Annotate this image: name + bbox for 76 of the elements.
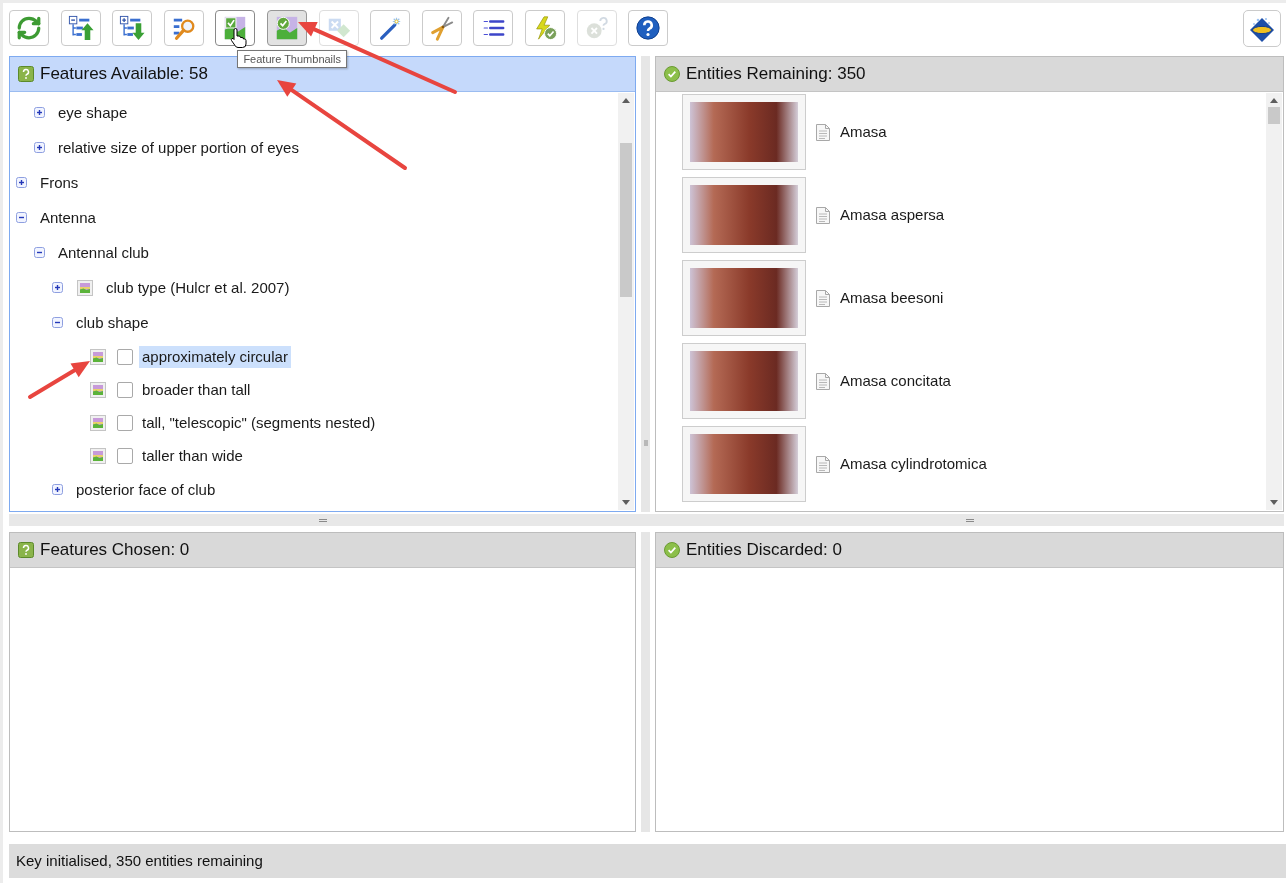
plus-box-icon[interactable] xyxy=(52,484,63,495)
entity-name[interactable]: Amasa cylindrotomica xyxy=(840,452,987,476)
panel-title: Features Chosen: 0 xyxy=(40,539,190,562)
tree-item[interactable]: Antenna xyxy=(37,206,99,229)
scrollbar-thumb[interactable] xyxy=(620,143,632,297)
question-square-icon xyxy=(18,542,34,558)
scrollbar[interactable] xyxy=(1266,93,1282,510)
lightning-button[interactable] xyxy=(524,10,565,46)
panel-header[interactable]: Features Chosen: 0 xyxy=(10,533,635,568)
tree-item[interactable]: approximately circular xyxy=(139,345,291,368)
scissors-button[interactable] xyxy=(421,10,462,46)
panel-header[interactable]: Entities Discarded: 0 xyxy=(656,533,1283,568)
grip-icon[interactable] xyxy=(318,518,327,522)
plus-box-icon[interactable] xyxy=(34,142,45,153)
help-icon xyxy=(635,15,662,41)
panel-title: Features Available: 58 xyxy=(40,63,208,86)
refresh-icon xyxy=(16,15,42,41)
panel-header[interactable]: Entities Remaining: 350 xyxy=(656,57,1283,92)
tree-up-arrow-icon xyxy=(67,15,94,41)
annotation-arrow xyxy=(28,361,90,399)
plus-box-icon[interactable] xyxy=(16,177,27,188)
check-circle-icon xyxy=(664,66,680,82)
entity-name[interactable]: Amasa concitata xyxy=(840,369,951,393)
scissors-icon xyxy=(428,15,455,41)
tree-item[interactable]: Antennal club xyxy=(55,241,152,264)
scroll-up-icon[interactable] xyxy=(622,98,630,103)
scrollbar[interactable] xyxy=(618,93,634,510)
tree-item[interactable]: relative size of upper portion of eyes xyxy=(55,136,302,159)
entity-name[interactable]: Amasa aspersa xyxy=(840,203,945,227)
panel-title: Entities Discarded: 0 xyxy=(686,539,842,562)
search-button[interactable] xyxy=(163,10,204,46)
document-icon xyxy=(816,455,830,473)
scroll-up-icon[interactable] xyxy=(1270,98,1278,103)
minus-box-icon[interactable] xyxy=(16,212,27,223)
refresh-button[interactable] xyxy=(9,10,49,46)
scroll-down-icon[interactable] xyxy=(1270,500,1278,505)
plus-box-icon[interactable] xyxy=(34,107,45,118)
tree-item[interactable]: tall, "telescopic" (segments nested) xyxy=(139,411,379,434)
entity-thumbnails-button[interactable] xyxy=(266,10,307,46)
hand-cursor-icon xyxy=(229,28,248,48)
help-button[interactable] xyxy=(628,10,669,46)
panel-title: Entities Remaining: 350 xyxy=(686,63,866,86)
tree-item[interactable]: broader than tall xyxy=(139,378,254,401)
status-bar: Key initialised, 350 entities remaining xyxy=(9,844,1286,878)
scrollbar-thumb[interactable] xyxy=(1268,107,1280,124)
check-circle-icon xyxy=(664,542,680,558)
tree-item[interactable]: club shape xyxy=(73,311,152,334)
entity-name[interactable]: Amasa beesoni xyxy=(840,286,944,310)
scroll-down-icon[interactable] xyxy=(622,500,630,505)
checkbox[interactable] xyxy=(117,348,133,365)
tree-down-arrow-icon xyxy=(119,15,146,41)
document-icon xyxy=(816,289,830,307)
entity-name[interactable]: Amasa xyxy=(840,120,887,144)
checkbox[interactable] xyxy=(117,414,133,431)
list-button[interactable] xyxy=(473,10,514,46)
tree-item[interactable]: eye shape xyxy=(55,101,131,124)
tree-item[interactable]: posterior face of club xyxy=(73,478,219,501)
tree-item[interactable]: taller than wide xyxy=(139,444,246,467)
plus-box-icon[interactable] xyxy=(52,282,63,293)
checkbox[interactable] xyxy=(117,447,133,464)
magic-wand-button[interactable] xyxy=(370,10,411,46)
minus-box-icon[interactable] xyxy=(34,247,45,258)
logo-button[interactable] xyxy=(1243,10,1281,47)
checkbox[interactable] xyxy=(117,381,133,398)
tree-item[interactable]: club type (Hulcr et al. 2007) xyxy=(103,276,293,299)
grip-icon[interactable] xyxy=(965,518,974,522)
document-icon xyxy=(816,206,830,224)
tree-item[interactable]: Frons xyxy=(37,171,82,194)
expand-button[interactable] xyxy=(112,10,153,46)
document-icon xyxy=(816,123,830,141)
question-square-icon xyxy=(18,66,34,82)
collapse-button[interactable] xyxy=(60,10,101,46)
document-icon xyxy=(816,372,830,390)
minus-box-icon[interactable] xyxy=(52,317,63,328)
grip-icon[interactable] xyxy=(643,440,648,446)
tooltip: Feature Thumbnails xyxy=(237,50,347,68)
